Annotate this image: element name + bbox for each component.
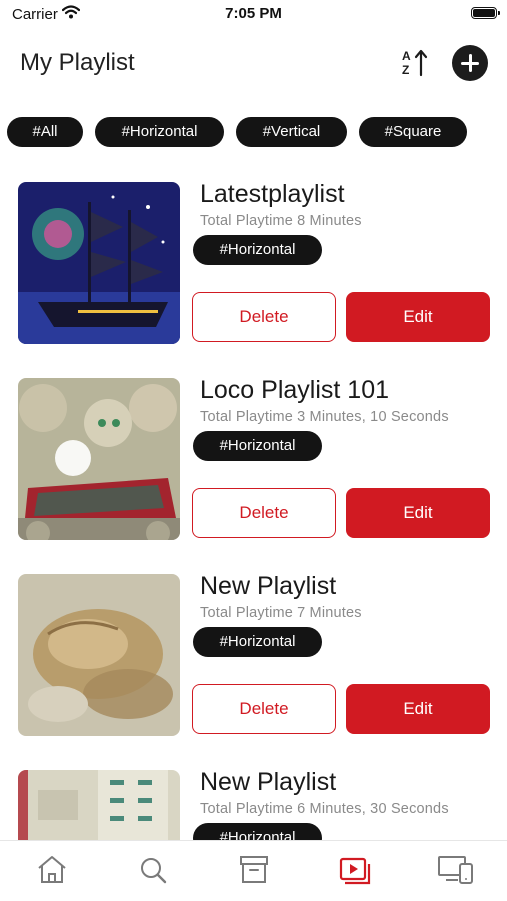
playtime: Total Playtime 8 Minutes: [200, 213, 362, 229]
playlist-title: New Playlist: [200, 768, 337, 796]
playtime-label: Total Playtime: [200, 409, 294, 425]
home-icon: [38, 856, 66, 883]
page-title: My Playlist: [20, 49, 135, 76]
filter-chips: #All #Horizontal #Vertical #Square: [0, 117, 507, 147]
archive-icon: [240, 856, 268, 883]
playtime: Total Playtime 6 Minutes, 30 Seconds: [200, 801, 449, 817]
playlist-title: Loco Playlist 101: [200, 376, 390, 404]
filter-chip-all[interactable]: #All: [7, 117, 83, 147]
playlist-tag: #Horizontal: [193, 627, 322, 657]
playtime: Total Playtime 7 Minutes: [200, 605, 362, 621]
playlist-title: New Playlist: [200, 572, 337, 600]
tab-devices[interactable]: [436, 851, 476, 889]
delete-button[interactable]: Delete: [192, 488, 336, 538]
devices-icon: [438, 856, 473, 884]
sort-icon[interactable]: A Z: [400, 47, 430, 79]
playtime: Total Playtime 3 Minutes, 10 Seconds: [200, 409, 449, 425]
tab-bar: [0, 840, 507, 901]
status-bar: Carrier 7:05 PM: [0, 0, 507, 28]
filter-chip-horizontal[interactable]: #Horizontal: [95, 117, 224, 147]
svg-text:Z: Z: [402, 63, 409, 77]
playlist-tag: #Horizontal: [193, 235, 322, 265]
edit-button[interactable]: Edit: [346, 488, 490, 538]
tab-playlist[interactable]: [335, 851, 375, 889]
filter-chip-vertical[interactable]: #Vertical: [236, 117, 347, 147]
playtime-value: 8 Minutes: [297, 213, 362, 229]
playlist-thumbnail: [18, 770, 180, 840]
playlist-thumbnail: [18, 378, 180, 540]
filter-chip-square[interactable]: #Square: [359, 117, 467, 147]
playtime-value: 6 Minutes, 30 Seconds: [297, 801, 449, 817]
playlist-card[interactable]: Loco Playlist 101 Total Playtime 3 Minute…: [0, 366, 507, 540]
playlist-card[interactable]: Latestplaylist Total Playtime 8 Minutes #…: [0, 170, 507, 344]
add-playlist-button[interactable]: [452, 45, 488, 81]
tab-archive[interactable]: [234, 851, 274, 889]
battery-icon: [471, 7, 500, 19]
playtime-value: 7 Minutes: [297, 605, 362, 621]
playlist-list: Latestplaylist Total Playtime 8 Minutes #…: [0, 170, 507, 840]
playlist-tag: #Horizontal: [193, 431, 322, 461]
svg-text:A: A: [402, 49, 411, 63]
delete-button[interactable]: Delete: [192, 292, 336, 342]
header: My Playlist A Z: [0, 36, 507, 92]
edit-button[interactable]: Edit: [346, 292, 490, 342]
playlist-icon: [339, 857, 371, 885]
playlist-tag: #Horizontal: [193, 823, 322, 840]
playlist-card[interactable]: New Playlist Total Playtime 6 Minutes, 30…: [0, 758, 507, 840]
playtime-label: Total Playtime: [200, 213, 294, 229]
tab-search[interactable]: [133, 851, 173, 889]
delete-button[interactable]: Delete: [192, 684, 336, 734]
playtime-label: Total Playtime: [200, 605, 294, 621]
playtime-value: 3 Minutes, 10 Seconds: [297, 409, 449, 425]
playlist-thumbnail: [18, 182, 180, 344]
playlist-thumbnail: [18, 574, 180, 736]
playlist-title: Latestplaylist: [200, 180, 345, 208]
edit-button[interactable]: Edit: [346, 684, 490, 734]
clock: 7:05 PM: [225, 5, 282, 22]
tab-home[interactable]: [32, 851, 72, 889]
playlist-card[interactable]: New Playlist Total Playtime 7 Minutes #Ho…: [0, 562, 507, 736]
search-icon: [141, 858, 167, 884]
playtime-label: Total Playtime: [200, 801, 294, 817]
